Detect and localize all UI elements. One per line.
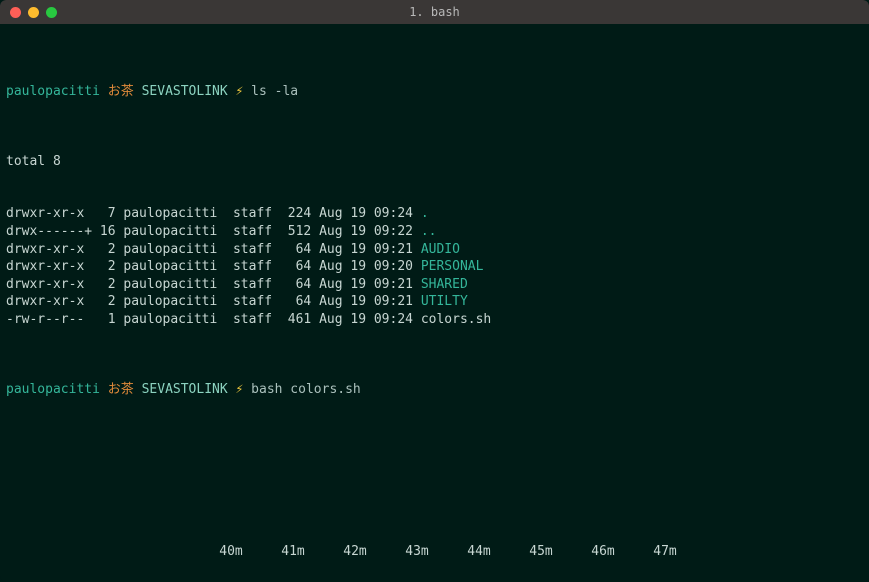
grid-col-header: 47m xyxy=(634,543,696,561)
ls-listing: drwxr-xr-x 7 paulopacitti staff 224 Aug … xyxy=(6,205,863,328)
ls-row: drwxr-xr-x 2 paulopacitti staff 64 Aug 1… xyxy=(6,276,863,294)
lightning-icon: ⚡ xyxy=(236,382,244,397)
lightning-icon: ⚡ xyxy=(236,84,244,99)
grid-col-header: 43m xyxy=(386,543,448,561)
color-grid: 40m41m42m43m44m45m46m47m mgYwgYw gYw gYw… xyxy=(6,508,863,582)
command-text: bash colors.sh xyxy=(251,382,361,397)
command-text: ls -la xyxy=(251,84,298,99)
terminal-body[interactable]: paulopacitti お茶 SEVASTOLINK ⚡ ls -la tot… xyxy=(0,24,869,582)
window-title: 1. bash xyxy=(0,4,869,20)
ls-row: drwx------+ 16 paulopacitti staff 512 Au… xyxy=(6,223,863,241)
ls-row: drwxr-xr-x 2 paulopacitti staff 64 Aug 1… xyxy=(6,241,863,259)
ls-row: drwxr-xr-x 7 paulopacitti staff 224 Aug … xyxy=(6,205,863,223)
titlebar: 1. bash xyxy=(0,0,869,24)
grid-header: 40m41m42m43m44m45m46m47m xyxy=(6,543,863,561)
ls-total: total 8 xyxy=(6,153,863,171)
ls-row: drwxr-xr-x 2 paulopacitti staff 64 Aug 1… xyxy=(6,293,863,311)
ls-row: -rw-r--r-- 1 paulopacitti staff 461 Aug … xyxy=(6,311,863,329)
prompt-host: SEVASTOLINK xyxy=(142,84,228,99)
ls-row: drwxr-xr-x 2 paulopacitti staff 64 Aug 1… xyxy=(6,258,863,276)
grid-col-header: 41m xyxy=(262,543,324,561)
grid-col-header: 42m xyxy=(324,543,386,561)
grid-col-header: 44m xyxy=(448,543,510,561)
terminal-window: { "titlebar": { "title": "1. bash" }, "p… xyxy=(0,0,869,582)
grid-col-header: 46m xyxy=(572,543,634,561)
prompt-user: paulopacitti xyxy=(6,84,100,99)
prompt-line: paulopacitti お茶 SEVASTOLINK ⚡ bash color… xyxy=(6,381,863,399)
prompt-ocha: お茶 xyxy=(108,84,134,99)
grid-col-header: 40m xyxy=(200,543,262,561)
prompt-line: paulopacitti お茶 SEVASTOLINK ⚡ ls -la xyxy=(6,83,863,101)
grid-col-header: 45m xyxy=(510,543,572,561)
